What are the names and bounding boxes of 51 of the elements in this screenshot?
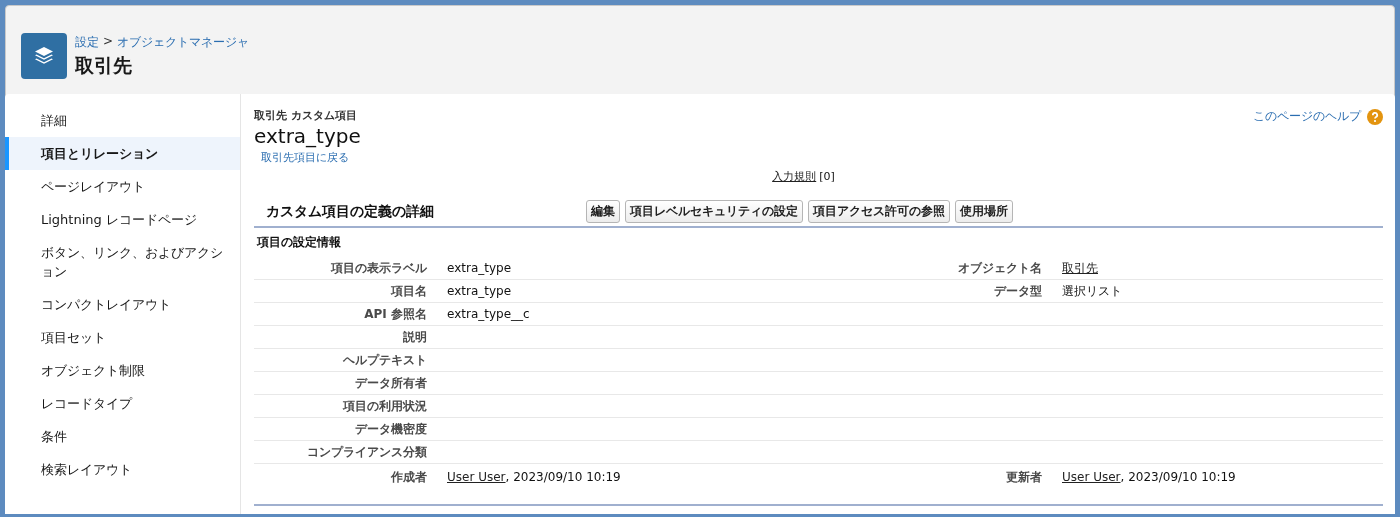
section-title: カスタム項目の定義の詳細 (266, 202, 435, 221)
breadcrumb-link[interactable]: 設定 (75, 33, 99, 51)
field-label: オブジェクト名 (958, 260, 1042, 275)
action-button[interactable]: 項目レベルセキュリティの設定 (625, 200, 803, 223)
value-link[interactable]: User User (1062, 470, 1121, 484)
back-link[interactable]: 取引先項目に戻る (261, 150, 361, 165)
validation-rules-link[interactable]: 入力規則 (772, 170, 817, 183)
action-button[interactable]: 編集 (586, 200, 620, 223)
field-title: extra_type (254, 124, 361, 148)
field-label: 作成者 (391, 469, 427, 484)
subsection-title: 項目の設定情報 (255, 234, 342, 251)
sidebar-item[interactable]: Lightning レコードページ (5, 203, 240, 236)
field-label: データ所有者 (355, 375, 427, 390)
breadcrumb-separator: > (103, 33, 114, 50)
sidebar-item[interactable]: 項目とリレーション (5, 137, 240, 170)
help-icon[interactable] (1367, 108, 1383, 125)
field-label: API 参照名 (364, 306, 427, 321)
validation-rules-count: [0] (819, 170, 835, 183)
action-button[interactable]: 項目アクセス許可の参照 (808, 200, 950, 223)
field-label: 説明 (403, 329, 427, 344)
sidebar-item[interactable]: 検索レイアウト (5, 453, 240, 486)
sidebar-item[interactable]: ページレイアウト (5, 170, 240, 203)
sidebar-item[interactable]: オブジェクト制限 (5, 354, 240, 387)
breadcrumb-link[interactable]: オブジェクトマネージャ (117, 33, 250, 51)
field-label: ヘルプテキスト (343, 352, 427, 367)
help-link[interactable]: このページのヘルプ (1253, 108, 1361, 125)
value-text: , 2023/09/10 10:19 (1120, 470, 1236, 484)
field-label: 更新者 (1006, 469, 1042, 484)
value-text: extra_type (447, 284, 512, 298)
field-label: データ機密度 (355, 421, 427, 436)
field-label: コンプライアンス分類 (307, 444, 427, 459)
sidebar-item[interactable]: 詳細 (5, 104, 240, 137)
page-subtitle: 取引先 カスタム項目 (254, 108, 358, 123)
sidebar-item[interactable]: ボタン、リンク、およびアクション (5, 236, 240, 288)
field-label: 項目名 (391, 283, 427, 298)
field-label: 項目の利用状況 (343, 398, 427, 413)
sidebar-item[interactable]: 項目セット (5, 321, 240, 354)
layers-icon (21, 33, 67, 79)
value-link[interactable]: 取引先 (1062, 260, 1098, 275)
value-text: 選択リスト (1062, 283, 1122, 298)
field-label: 項目の表示ラベル (331, 260, 427, 275)
value-text: extra_type__c (447, 307, 530, 321)
sidebar-item[interactable]: レコードタイプ (5, 387, 240, 420)
sidebar-item[interactable]: 条件 (5, 420, 240, 453)
value-text: extra_type (447, 261, 512, 275)
field-label: データ型 (994, 283, 1042, 298)
value-link[interactable]: User User (447, 470, 506, 484)
action-button[interactable]: 使用場所 (955, 200, 1013, 223)
page-title: 取引先 (75, 52, 133, 78)
value-text: , 2023/09/10 10:19 (505, 470, 621, 484)
sidebar-item[interactable]: コンパクトレイアウト (5, 288, 240, 321)
